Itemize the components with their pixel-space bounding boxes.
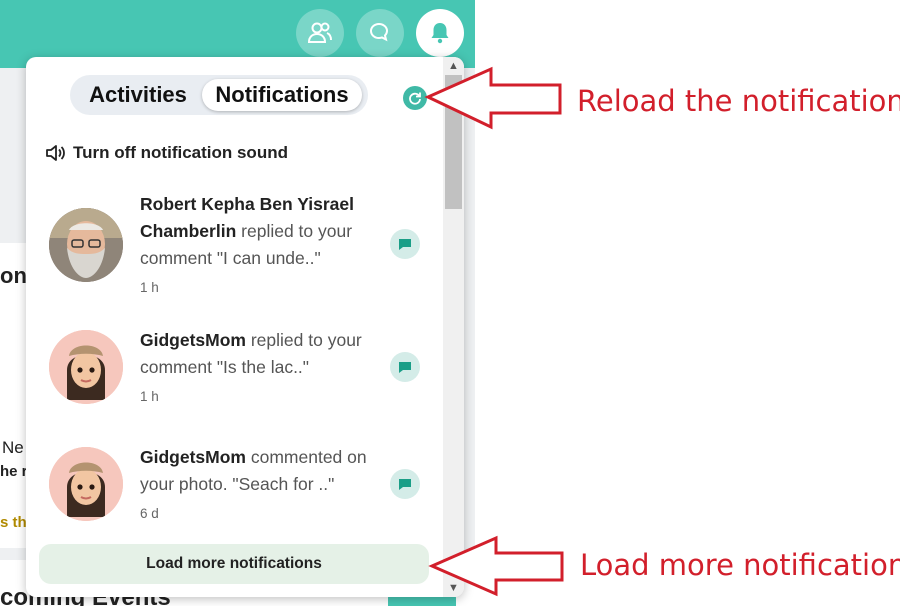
reload-annotation-label: Reload the notifications [577, 84, 900, 118]
reload-arrow-icon [424, 66, 562, 130]
load-more-annotation-label: Load more notifications [580, 548, 900, 582]
load-more-arrow-icon [428, 535, 564, 597]
